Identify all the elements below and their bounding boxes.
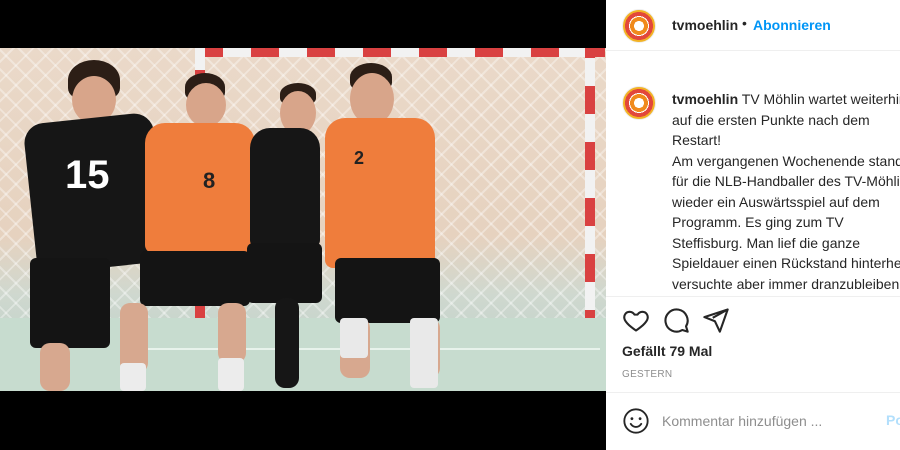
comment-icon[interactable] (662, 306, 692, 336)
avatar[interactable] (622, 9, 656, 43)
share-icon[interactable] (702, 306, 732, 336)
username-link[interactable]: tvmoehlin (672, 17, 738, 33)
comment-input[interactable] (662, 409, 862, 433)
post-header: tvmoehlin • Abonnieren (606, 0, 900, 51)
player-orange-2: 2 (320, 63, 510, 391)
post-comment-button[interactable]: Posten (886, 412, 900, 428)
handball-photo[interactable]: 15 8 2 (0, 48, 606, 391)
caption-username[interactable]: tvmoehlin (672, 91, 738, 107)
post-date[interactable]: GESTERN (622, 369, 672, 380)
smiley-icon[interactable] (622, 407, 650, 435)
comment-form: Posten (606, 393, 900, 450)
post-sidebar: tvmoehlin • Abonnieren tvmoehlin TV Möhl… (606, 0, 900, 450)
post-media: 15 8 2 (0, 0, 606, 450)
divider (606, 296, 900, 297)
caption-text: tvmoehlin TV Möhlin wartet weiterhin auf… (672, 89, 900, 295)
likes-count[interactable]: Gefällt 79 Mal (622, 343, 712, 359)
caption-avatar[interactable] (622, 86, 656, 120)
heart-icon[interactable] (622, 306, 652, 336)
follow-button[interactable]: Abonnieren (753, 17, 831, 33)
player-orange-8: 8 (120, 73, 260, 391)
goal-post-right (585, 48, 595, 338)
caption-body: TV Möhlin wartet weiterhin auf die erste… (672, 91, 900, 292)
jersey-number: 8 (203, 168, 216, 193)
separator-dot: • (742, 15, 747, 31)
jersey-number: 15 (65, 153, 110, 197)
goal-crossbar (195, 48, 605, 57)
jersey-number: 2 (354, 148, 365, 168)
caption-area[interactable]: tvmoehlin TV Möhlin wartet weiterhin auf… (606, 70, 900, 295)
